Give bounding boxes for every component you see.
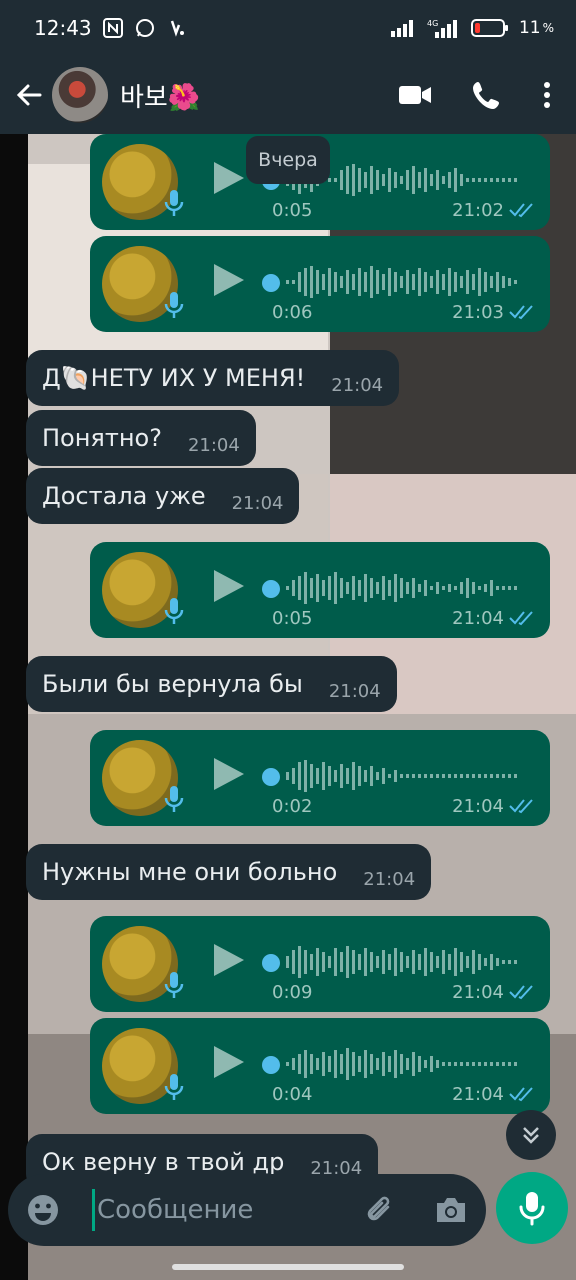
waveform bbox=[286, 946, 517, 978]
message-text: Понятно? bbox=[42, 424, 162, 452]
playback-position-dot[interactable] bbox=[262, 580, 280, 598]
waveform bbox=[286, 760, 517, 792]
read-receipt-icon bbox=[509, 305, 533, 320]
mic-icon bbox=[164, 292, 184, 318]
video-call-icon[interactable] bbox=[398, 83, 432, 107]
playback-position-dot[interactable] bbox=[262, 274, 280, 292]
play-icon[interactable] bbox=[212, 568, 246, 604]
status-bar: 12:43 4G 11% bbox=[0, 0, 576, 56]
voice-message[interactable]: 0:09 21:04 bbox=[90, 916, 550, 1012]
voice-duration: 0:02 bbox=[272, 796, 313, 817]
mic-icon bbox=[164, 786, 184, 812]
battery-percent: 11 bbox=[518, 18, 541, 38]
voice-duration: 0:04 bbox=[272, 1084, 313, 1105]
message-time: 21:04 bbox=[328, 680, 381, 702]
message-time: 21:03 bbox=[452, 302, 504, 323]
emoji-icon[interactable] bbox=[26, 1193, 60, 1227]
message-time: 21:04 bbox=[363, 868, 416, 890]
message-time: 21:04 bbox=[452, 982, 504, 1003]
chat-header: 바보🌺 bbox=[0, 56, 576, 134]
camera-icon[interactable] bbox=[434, 1195, 468, 1225]
arrow-left-icon bbox=[16, 84, 42, 106]
text-message[interactable]: Были бы вернула бы 21:04 bbox=[26, 656, 397, 712]
text-message[interactable]: Достала уже 21:04 bbox=[26, 468, 300, 524]
waveform bbox=[286, 1048, 517, 1080]
voice-duration: 0:06 bbox=[272, 302, 313, 323]
voice-call-icon[interactable] bbox=[472, 80, 502, 110]
signal-icon bbox=[390, 20, 413, 37]
playback-position-dot[interactable] bbox=[262, 1056, 280, 1074]
signal-4g-icon: 4G bbox=[427, 19, 457, 38]
contact-name[interactable]: 바보🌺 bbox=[120, 77, 200, 114]
contact-avatar[interactable] bbox=[52, 67, 108, 123]
voice-duration: 0:09 bbox=[272, 982, 313, 1003]
read-receipt-icon bbox=[509, 203, 533, 218]
message-time: 21:04 bbox=[231, 492, 284, 514]
notification-icon bbox=[170, 20, 184, 37]
mic-icon bbox=[164, 190, 184, 216]
message-time: 21:04 bbox=[452, 608, 504, 629]
voice-duration: 0:05 bbox=[272, 608, 313, 629]
message-text: Д🐚НЕТУ ИХ У МЕНЯ! bbox=[42, 364, 306, 392]
message-text: Были бы вернула бы bbox=[42, 670, 303, 698]
message-text: Нужны мне они больно bbox=[42, 858, 338, 886]
text-caret bbox=[92, 1189, 95, 1231]
scroll-to-bottom-button[interactable] bbox=[506, 1110, 556, 1160]
read-receipt-icon bbox=[509, 985, 533, 1000]
mic-icon bbox=[164, 972, 184, 998]
whatsapp-notification-icon bbox=[135, 19, 154, 37]
attach-icon[interactable] bbox=[364, 1193, 396, 1227]
voice-message[interactable]: 0:02 21:04 bbox=[90, 730, 550, 826]
waveform bbox=[286, 572, 517, 604]
read-receipt-icon bbox=[509, 1087, 533, 1102]
status-time: 12:43 bbox=[34, 16, 92, 40]
play-icon[interactable] bbox=[212, 160, 246, 196]
text-message[interactable]: Д🐚НЕТУ ИХ У МЕНЯ! 21:04 bbox=[26, 350, 400, 406]
mic-icon bbox=[164, 598, 184, 624]
message-time: 21:04 bbox=[452, 1084, 504, 1105]
play-icon[interactable] bbox=[212, 942, 246, 978]
voice-message[interactable]: 0:05 21:04 bbox=[90, 542, 550, 638]
playback-position-dot[interactable] bbox=[262, 768, 280, 786]
read-receipt-icon bbox=[509, 611, 533, 626]
play-icon[interactable] bbox=[212, 1044, 246, 1080]
message-time: 21:04 bbox=[452, 796, 504, 817]
message-input[interactable]: Сообщение bbox=[97, 1195, 253, 1225]
mic-icon bbox=[164, 1074, 184, 1100]
voice-record-button[interactable] bbox=[496, 1172, 568, 1244]
text-message[interactable]: Понятно? 21:04 bbox=[26, 410, 256, 466]
play-icon[interactable] bbox=[212, 756, 246, 792]
text-message[interactable]: Нужны мне они больно 21:04 bbox=[26, 844, 432, 900]
date-divider: Вчера bbox=[246, 136, 330, 184]
nfc-icon bbox=[102, 18, 123, 38]
battery-icon bbox=[470, 19, 508, 37]
read-receipt-icon bbox=[509, 799, 533, 814]
double-chevron-down-icon bbox=[523, 1127, 539, 1144]
message-time: 21:04 bbox=[331, 374, 384, 396]
playback-position-dot[interactable] bbox=[262, 954, 280, 972]
voice-duration: 0:05 bbox=[272, 200, 313, 221]
message-time: 21:02 bbox=[452, 200, 504, 221]
message-composer: Сообщение bbox=[8, 1174, 486, 1246]
voice-message[interactable]: 0:04 21:04 bbox=[90, 1018, 550, 1114]
home-indicator[interactable] bbox=[172, 1264, 404, 1270]
more-options-icon[interactable] bbox=[542, 81, 552, 109]
microphone-icon bbox=[519, 1192, 545, 1226]
message-text: Ок верну в твой др bbox=[42, 1148, 285, 1176]
svg-text:4G: 4G bbox=[427, 19, 438, 28]
message-time: 21:04 bbox=[187, 434, 240, 456]
message-text: Достала уже bbox=[42, 482, 206, 510]
play-icon[interactable] bbox=[212, 262, 246, 298]
waveform bbox=[286, 266, 517, 298]
voice-message[interactable]: 0:06 21:03 bbox=[90, 236, 550, 332]
back-button[interactable] bbox=[6, 65, 52, 125]
